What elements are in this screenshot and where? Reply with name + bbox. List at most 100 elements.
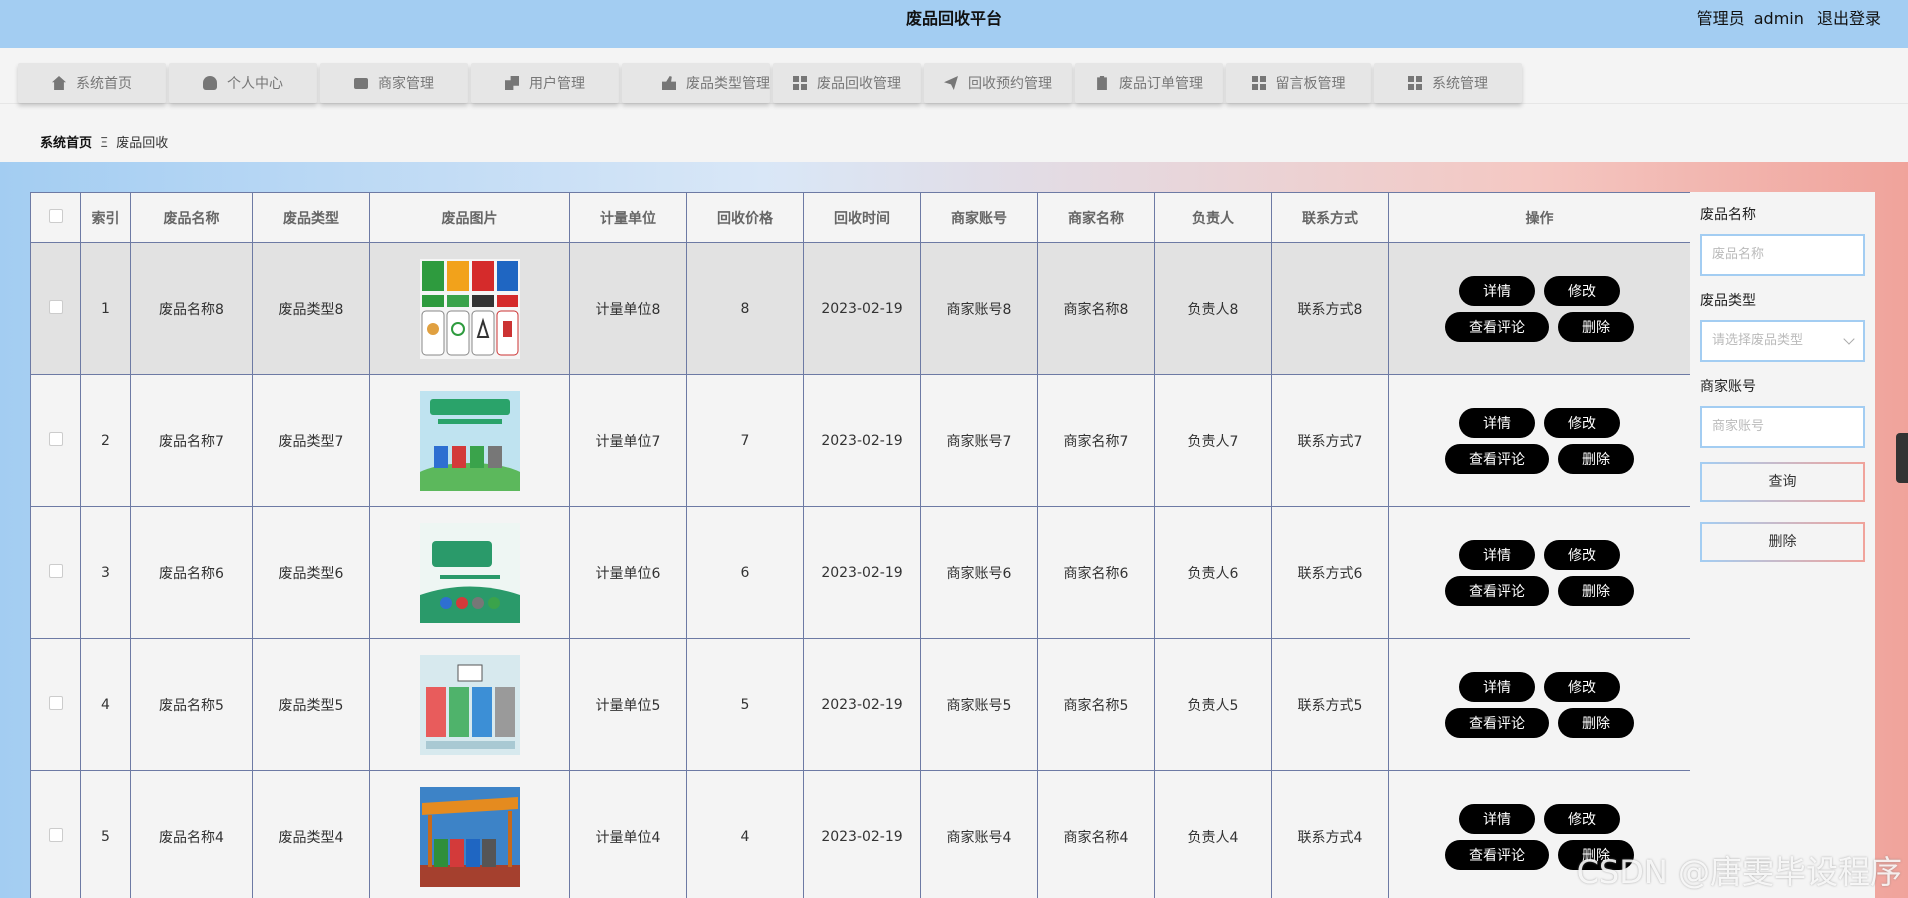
account-filter-input[interactable]: 商家账号 [1700,406,1865,448]
detail-button[interactable]: 详情 [1459,803,1535,834]
select-all-checkbox[interactable] [48,208,63,223]
actions-cell: 详情 修改 查看评论 删除 [1388,638,1690,771]
nav-item-profile[interactable]: 个人中心 [169,63,317,103]
batch-delete-button[interactable]: 删除 [1700,522,1865,562]
breadcrumb: 系统首页 Ξ 废品回收 [40,132,168,151]
edit-button[interactable]: 修改 [1544,539,1620,570]
view-comments-button[interactable]: 查看评论 [1445,311,1549,342]
image-cell [369,242,570,375]
actions-cell: 详情 修改 查看评论 删除 [1388,506,1690,639]
row-checkbox[interactable] [48,431,63,446]
top-header: 废品回收平台 管理员 admin 退出登录 [0,0,1908,48]
view-comments-button[interactable]: 查看评论 [1445,575,1549,606]
delete-button[interactable]: 删除 [1558,575,1634,606]
merchant-cell: 商家名称7 [1037,374,1155,507]
row-select-cell [30,638,81,771]
edit-button[interactable]: 修改 [1544,671,1620,702]
column-header: 商家账号 [920,192,1038,243]
waste-image[interactable] [419,786,520,887]
table-row[interactable]: 5 废品名称4 废品类型4 计量单位4 4 2023-02-19 商家账号4 商… [30,770,1690,898]
row-checkbox[interactable] [48,299,63,314]
merchant-cell: 商家名称4 [1037,770,1155,898]
monitor-icon [354,77,368,89]
column-header: 废品名称 [130,192,253,243]
nav-item-appointments[interactable]: 回收预约管理 [924,63,1072,103]
user-area: 管理员 admin 退出登录 [1689,0,1881,38]
type-filter-select[interactable]: 请选择废品类型 [1700,320,1865,362]
nav-item-message-board[interactable]: 留言板管理 [1226,63,1371,103]
nav-item-system[interactable]: 系统管理 [1374,63,1522,103]
view-comments-button[interactable]: 查看评论 [1445,839,1549,870]
account-filter-label: 商家账号 [1700,379,1756,395]
nav-item-label: 商家管理 [378,76,434,92]
waste-image[interactable] [419,258,520,359]
nav-item-merchants[interactable]: 商家管理 [320,63,468,103]
detail-button[interactable]: 详情 [1459,407,1535,438]
name-filter-label: 废品名称 [1700,207,1756,223]
nav-item-label: 留言板管理 [1275,76,1346,92]
nav-item-waste-types[interactable]: 废品类型管理 [622,63,770,103]
table-row[interactable]: 4 废品名称5 废品类型5 计量单位5 5 2023-02-19 商家账号5 商… [30,638,1690,771]
thumbs-up-icon [662,76,676,90]
recycling-station-image [419,786,520,887]
query-button[interactable]: 查询 [1700,462,1865,502]
row-checkbox[interactable] [48,827,63,842]
price-cell: 5 [686,638,804,771]
actions-cell: 详情 修改 查看评论 删除 [1388,242,1690,375]
table-row[interactable]: 3 废品名称6 废品类型6 计量单位6 6 2023-02-19 商家账号6 商… [30,506,1690,639]
waste-sorting-poster-image [419,390,520,491]
name-cell: 废品名称5 [130,638,253,771]
delete-button[interactable]: 删除 [1558,707,1634,738]
delete-button[interactable]: 删除 [1558,443,1634,474]
row-checkbox[interactable] [48,695,63,710]
type-filter-label: 废品类型 [1700,293,1756,309]
image-cell [369,506,570,639]
waste-image[interactable] [419,522,520,623]
unit-cell: 计量单位7 [569,374,687,507]
nav-item-label: 系统首页 [76,76,132,92]
paper-plane-icon [944,76,958,90]
index-cell: 5 [80,770,131,898]
column-header: 计量单位 [569,192,687,243]
side-toggle-tab[interactable] [1896,433,1908,483]
type-filter-placeholder: 请选择废品类型 [1712,333,1804,348]
waste-image[interactable] [419,654,520,755]
delete-button[interactable]: 删除 [1558,311,1634,342]
detail-button[interactable]: 详情 [1459,275,1535,306]
column-header: 联系方式 [1271,192,1389,243]
name-cell: 废品名称4 [130,770,253,898]
name-filter-input[interactable]: 废品名称 [1700,234,1865,276]
row-select-cell [30,374,81,507]
row-select-cell [30,242,81,375]
image-cell [369,638,570,771]
column-header: 索引 [80,192,131,243]
edit-button[interactable]: 修改 [1544,275,1620,306]
edit-button[interactable]: 修改 [1544,407,1620,438]
nav-item-home[interactable]: 系统首页 [18,63,166,103]
users-icon [505,76,519,90]
edit-button[interactable]: 修改 [1544,803,1620,834]
detail-button[interactable]: 详情 [1459,539,1535,570]
nav-item-orders[interactable]: 废品订单管理 [1075,63,1223,103]
waste-image[interactable] [419,390,520,491]
contact-cell: 联系方式7 [1271,374,1389,507]
row-checkbox[interactable] [48,563,63,578]
detail-button[interactable]: 详情 [1459,671,1535,702]
breadcrumb-home[interactable]: 系统首页 [40,136,92,151]
view-comments-button[interactable]: 查看评论 [1445,707,1549,738]
actions-cell: 详情 修改 查看评论 删除 [1388,374,1690,507]
person-icon [203,76,217,90]
name-cell: 废品名称6 [130,506,253,639]
column-header: 回收价格 [686,192,804,243]
data-table-container: 索引 废品名称 废品类型 废品图片 计量单位 回收价格 回收时间 商家账号 商家… [30,192,1690,898]
time-cell: 2023-02-19 [803,506,921,639]
nav-item-users[interactable]: 用户管理 [471,63,619,103]
unit-cell: 计量单位4 [569,770,687,898]
table-row[interactable]: 1 废品名称8 废品类型8 计量单位8 8 2023-02-19 商家账号8 商… [30,242,1690,375]
nav-item-waste-recycling[interactable]: 废品回收管理 [773,63,921,103]
grid-icon [793,76,807,90]
index-cell: 3 [80,506,131,639]
logout-link[interactable]: 退出登录 [1817,9,1881,28]
table-row[interactable]: 2 废品名称7 废品类型7 计量单位7 7 2023-02-19 商家账号7 商… [30,374,1690,507]
view-comments-button[interactable]: 查看评论 [1445,443,1549,474]
